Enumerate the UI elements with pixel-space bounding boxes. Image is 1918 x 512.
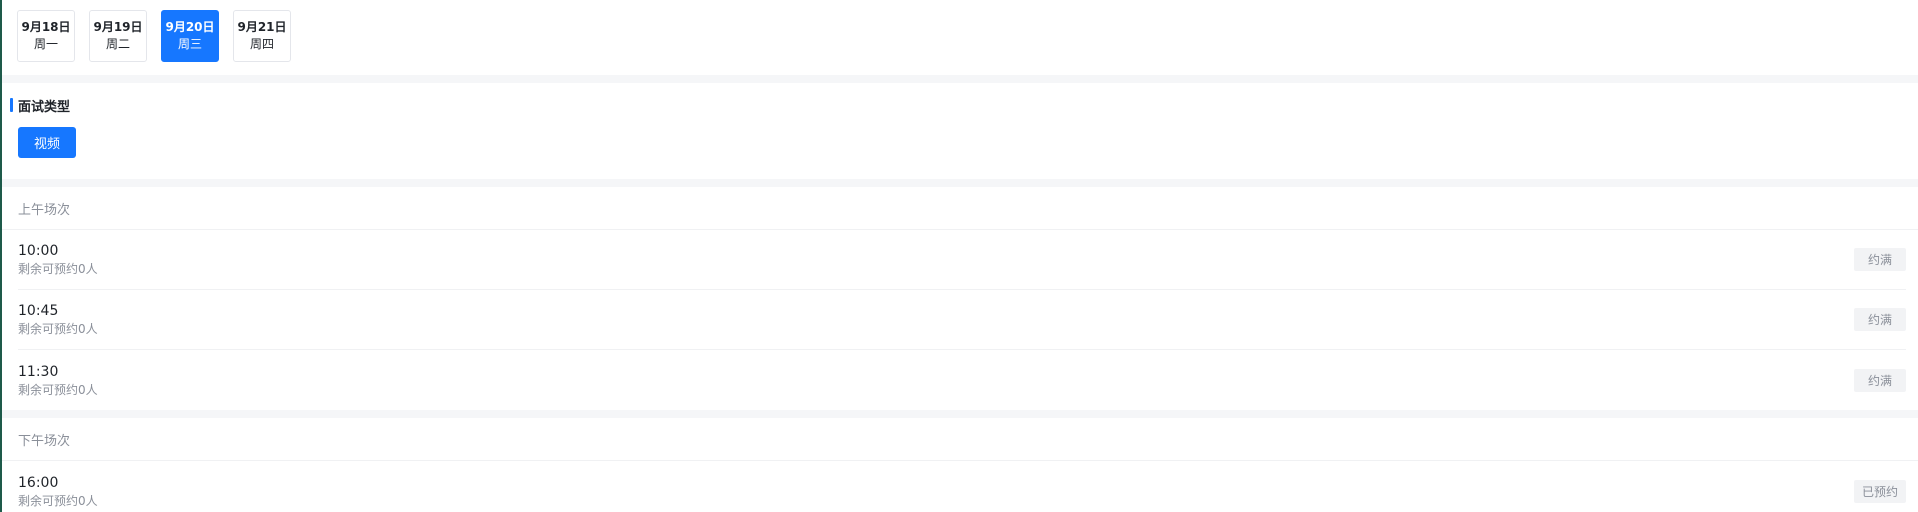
interview-type-section: 面试类型 视频 bbox=[0, 83, 1918, 179]
slot-info: 10:45 剩余可预约0人 bbox=[18, 302, 98, 337]
heading-accent-bar bbox=[10, 98, 13, 112]
weekday-label: 周二 bbox=[105, 37, 130, 51]
morning-sessions: 上午场次 10:00 剩余可预约0人 约满 10:45 剩余可预约0人 约满 1… bbox=[0, 187, 1918, 410]
time-slot[interactable]: 16:00 剩余可预约0人 已预约 bbox=[18, 461, 1906, 512]
slot-remaining: 剩余可预约0人 bbox=[18, 493, 98, 508]
morning-session-title: 上午场次 bbox=[0, 187, 1918, 230]
date-card[interactable]: 9月19日 周二 bbox=[89, 10, 147, 62]
slot-time: 16:00 bbox=[18, 474, 59, 491]
afternoon-sessions: 下午场次 16:00 剩余可预约0人 已预约 bbox=[0, 418, 1918, 512]
weekday-label: 周四 bbox=[249, 37, 274, 51]
slot-status-badge: 约满 bbox=[1854, 308, 1906, 331]
afternoon-session-title: 下午场次 bbox=[0, 418, 1918, 461]
date-label: 9月21日 bbox=[237, 20, 287, 34]
date-card[interactable]: 9月21日 周四 bbox=[233, 10, 291, 62]
interview-booking-page: 9月18日 周一 9月19日 周二 9月20日 周三 9月21日 周四 面试类型… bbox=[0, 0, 1918, 512]
section-divider bbox=[0, 410, 1918, 418]
date-selector: 9月18日 周一 9月19日 周二 9月20日 周三 9月21日 周四 bbox=[0, 0, 1918, 75]
slot-time: 11:30 bbox=[18, 363, 59, 380]
date-label: 9月19日 bbox=[93, 20, 143, 34]
slot-info: 16:00 剩余可预约0人 bbox=[18, 474, 98, 509]
weekday-label: 周一 bbox=[33, 37, 58, 51]
section-divider bbox=[0, 75, 1918, 83]
date-card-selected[interactable]: 9月20日 周三 bbox=[161, 10, 219, 62]
time-slot[interactable]: 11:30 剩余可预约0人 约满 bbox=[18, 350, 1906, 410]
slot-remaining: 剩余可预约0人 bbox=[18, 382, 98, 397]
date-label: 9月18日 bbox=[21, 20, 71, 34]
video-type-button[interactable]: 视频 bbox=[18, 127, 76, 158]
slot-status-badge: 已预约 bbox=[1854, 479, 1906, 503]
section-heading: 面试类型 bbox=[0, 97, 1918, 115]
slot-status-badge: 约满 bbox=[1854, 248, 1906, 271]
slot-time: 10:45 bbox=[18, 303, 59, 319]
date-card[interactable]: 9月18日 周一 bbox=[17, 10, 75, 62]
weekday-label: 周三 bbox=[177, 37, 202, 51]
slot-info: 10:00 剩余可预约0人 bbox=[18, 242, 98, 277]
slot-remaining: 剩余可预约0人 bbox=[18, 262, 98, 276]
slot-status-badge: 约满 bbox=[1854, 368, 1906, 392]
slot-remaining: 剩余可预约0人 bbox=[18, 322, 98, 336]
time-slot[interactable]: 10:00 剩余可预约0人 约满 bbox=[18, 230, 1906, 290]
slot-info: 11:30 剩余可预约0人 bbox=[18, 363, 98, 398]
interview-type-heading: 面试类型 bbox=[18, 99, 71, 115]
slot-time: 10:00 bbox=[18, 243, 59, 259]
section-divider bbox=[0, 179, 1918, 187]
time-slot[interactable]: 10:45 剩余可预约0人 约满 bbox=[18, 290, 1906, 350]
date-label: 9月20日 bbox=[165, 20, 215, 34]
window-edge bbox=[0, 0, 2, 512]
